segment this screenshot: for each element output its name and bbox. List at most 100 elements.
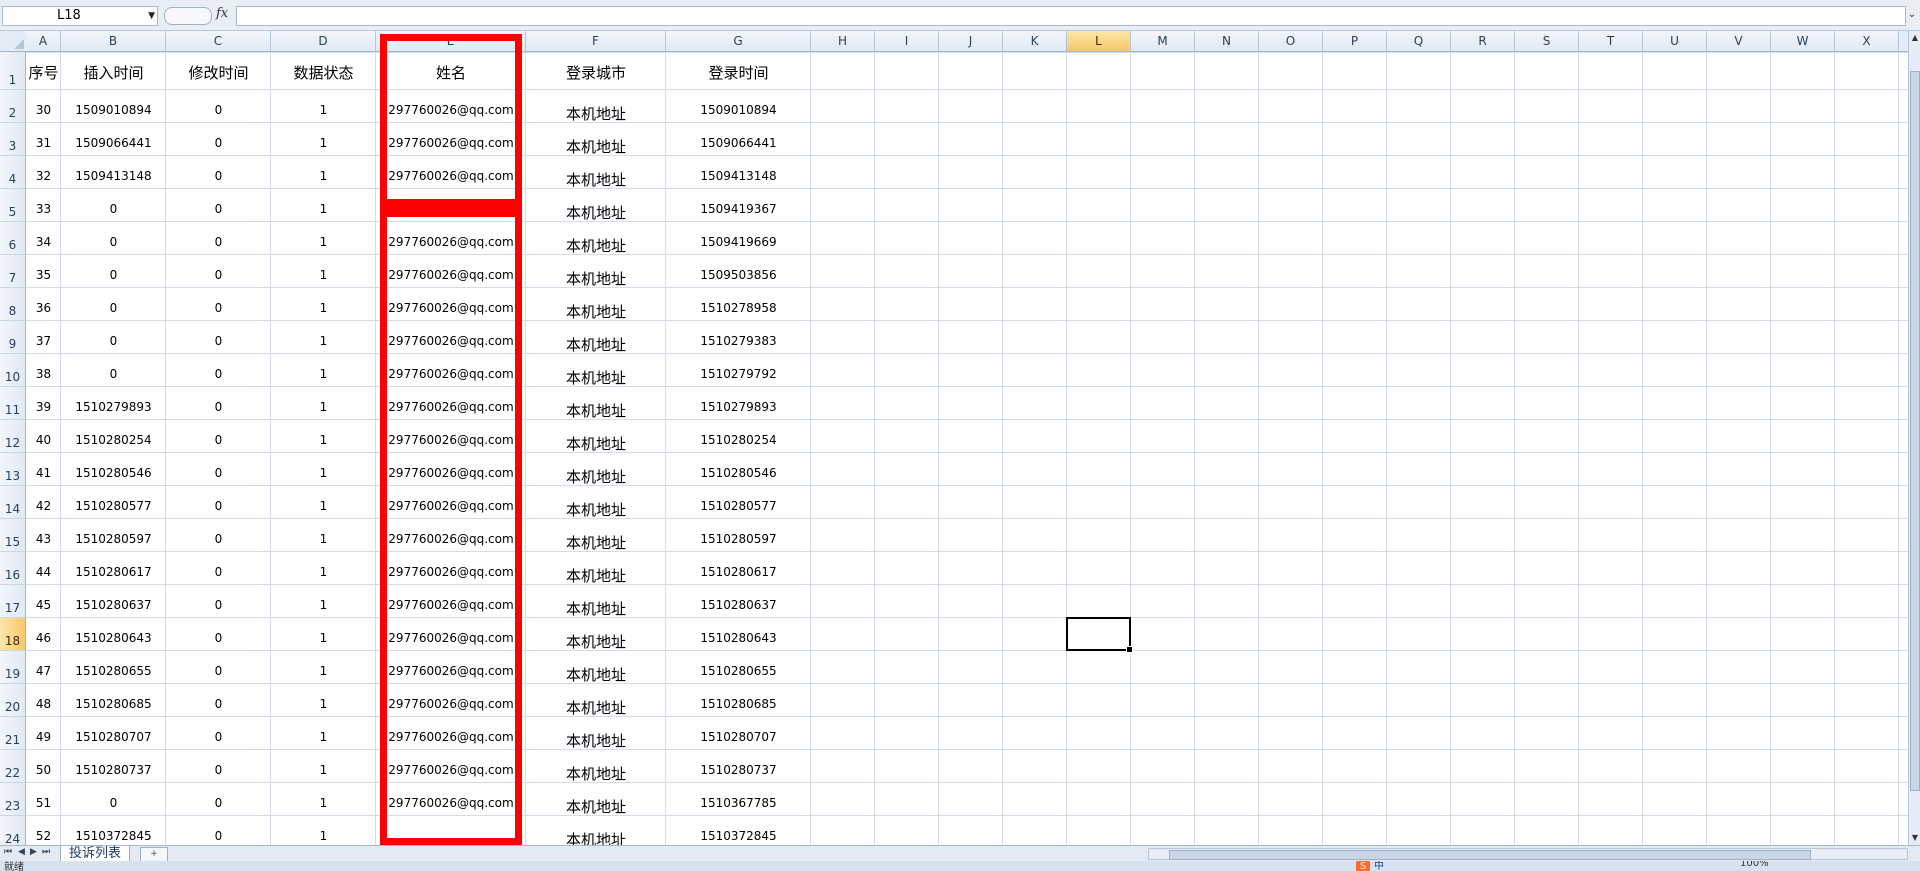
modify-time-cell[interactable]: 0 — [166, 796, 271, 810]
row-header-22[interactable]: 22 — [0, 750, 26, 783]
row-header-21[interactable]: 21 — [0, 717, 26, 750]
status-cell[interactable]: 1 — [271, 169, 376, 183]
insert-time-cell[interactable]: 0 — [61, 334, 166, 348]
insert-time-cell[interactable]: 1509413148 — [61, 169, 166, 183]
id-cell[interactable]: 47 — [26, 664, 61, 678]
id-cell[interactable]: 48 — [26, 697, 61, 711]
city-cell[interactable]: 本机地址 — [526, 697, 666, 718]
id-cell[interactable]: 39 — [26, 400, 61, 414]
modify-time-cell[interactable]: 0 — [166, 367, 271, 381]
column-header-b[interactable]: B — [61, 31, 166, 51]
status-cell[interactable]: 1 — [271, 334, 376, 348]
insert-sheet-icon[interactable]: + — [140, 847, 168, 862]
modify-time-cell[interactable]: 0 — [166, 433, 271, 447]
insert-time-cell[interactable]: 1510280637 — [61, 598, 166, 612]
header-cell[interactable]: 修改时间 — [166, 62, 271, 83]
city-cell[interactable]: 本机地址 — [526, 499, 666, 520]
first-sheet-icon[interactable]: ⏮ — [4, 847, 12, 857]
city-cell[interactable]: 本机地址 — [526, 136, 666, 157]
id-cell[interactable]: 35 — [26, 268, 61, 282]
modify-time-cell[interactable]: 0 — [166, 334, 271, 348]
login-time-cell[interactable]: 1510367785 — [666, 796, 811, 810]
column-header-h[interactable]: H — [811, 31, 875, 51]
city-cell[interactable]: 本机地址 — [526, 730, 666, 751]
modify-time-cell[interactable]: 0 — [166, 763, 271, 777]
insert-time-cell[interactable]: 1510280643 — [61, 631, 166, 645]
row-header-14[interactable]: 14 — [0, 486, 26, 519]
city-cell[interactable]: 本机地址 — [526, 664, 666, 685]
modify-time-cell[interactable]: 0 — [166, 697, 271, 711]
insert-time-cell[interactable]: 1510280546 — [61, 466, 166, 480]
chevron-down-icon[interactable]: ▼ — [148, 7, 155, 25]
insert-time-cell[interactable]: 1509066441 — [61, 136, 166, 150]
status-cell[interactable]: 1 — [271, 400, 376, 414]
login-time-cell[interactable]: 1510280637 — [666, 598, 811, 612]
modify-time-cell[interactable]: 0 — [166, 631, 271, 645]
modify-time-cell[interactable]: 0 — [166, 730, 271, 744]
formula-cancel-enter-icon[interactable] — [164, 7, 212, 25]
column-header-u[interactable]: U — [1643, 31, 1707, 51]
status-cell[interactable]: 1 — [271, 598, 376, 612]
city-cell[interactable]: 本机地址 — [526, 103, 666, 124]
column-header-t[interactable]: T — [1579, 31, 1643, 51]
last-sheet-icon[interactable]: ⏭ — [42, 847, 50, 857]
horizontal-scroll-thumb[interactable] — [1169, 850, 1811, 860]
fill-handle[interactable] — [1126, 646, 1133, 653]
city-cell[interactable]: 本机地址 — [526, 301, 666, 322]
ime-mode[interactable]: 中 — [1374, 861, 1384, 871]
login-time-cell[interactable]: 1510280737 — [666, 763, 811, 777]
row-header-2[interactable]: 2 — [0, 90, 26, 123]
header-cell[interactable]: 数据状态 — [271, 62, 376, 83]
scroll-down-icon[interactable]: ▼ — [1909, 831, 1920, 845]
city-cell[interactable]: 本机地址 — [526, 367, 666, 388]
column-header-d[interactable]: D — [271, 31, 376, 51]
row-header-8[interactable]: 8 — [0, 288, 26, 321]
modify-time-cell[interactable]: 0 — [166, 829, 271, 843]
insert-time-cell[interactable]: 0 — [61, 235, 166, 249]
login-time-cell[interactable]: 1510280655 — [666, 664, 811, 678]
column-header-n[interactable]: N — [1195, 31, 1259, 51]
modify-time-cell[interactable]: 0 — [166, 565, 271, 579]
column-header-m[interactable]: M — [1131, 31, 1195, 51]
row-header-24[interactable]: 24 — [0, 816, 26, 845]
city-cell[interactable]: 本机地址 — [526, 631, 666, 652]
login-time-cell[interactable]: 1510280597 — [666, 532, 811, 546]
column-header-q[interactable]: Q — [1387, 31, 1451, 51]
modify-time-cell[interactable]: 0 — [166, 301, 271, 315]
status-cell[interactable]: 1 — [271, 268, 376, 282]
modify-time-cell[interactable]: 0 — [166, 400, 271, 414]
status-cell[interactable]: 1 — [271, 367, 376, 381]
status-cell[interactable]: 1 — [271, 235, 376, 249]
status-cell[interactable]: 1 — [271, 631, 376, 645]
status-cell[interactable]: 1 — [271, 103, 376, 117]
modify-time-cell[interactable]: 0 — [166, 268, 271, 282]
id-cell[interactable]: 45 — [26, 598, 61, 612]
status-cell[interactable]: 1 — [271, 796, 376, 810]
login-time-cell[interactable]: 1510278958 — [666, 301, 811, 315]
id-cell[interactable]: 40 — [26, 433, 61, 447]
row-header-15[interactable]: 15 — [0, 519, 26, 552]
column-header-s[interactable]: S — [1515, 31, 1579, 51]
header-cell[interactable]: 登录城市 — [526, 62, 666, 83]
insert-time-cell[interactable]: 1509010894 — [61, 103, 166, 117]
insert-time-cell[interactable]: 1510280707 — [61, 730, 166, 744]
status-cell[interactable]: 1 — [271, 763, 376, 777]
city-cell[interactable]: 本机地址 — [526, 268, 666, 289]
login-time-cell[interactable]: 1510280685 — [666, 697, 811, 711]
login-time-cell[interactable]: 1510279792 — [666, 367, 811, 381]
insert-time-cell[interactable]: 0 — [61, 268, 166, 282]
status-cell[interactable]: 1 — [271, 301, 376, 315]
id-cell[interactable]: 44 — [26, 565, 61, 579]
login-time-cell[interactable]: 1509419669 — [666, 235, 811, 249]
modify-time-cell[interactable]: 0 — [166, 664, 271, 678]
id-cell[interactable]: 32 — [26, 169, 61, 183]
login-time-cell[interactable]: 1510280707 — [666, 730, 811, 744]
id-cell[interactable]: 41 — [26, 466, 61, 480]
insert-time-cell[interactable]: 1510280737 — [61, 763, 166, 777]
modify-time-cell[interactable]: 0 — [166, 169, 271, 183]
modify-time-cell[interactable]: 0 — [166, 136, 271, 150]
id-cell[interactable]: 31 — [26, 136, 61, 150]
column-header-w[interactable]: W — [1771, 31, 1835, 51]
login-time-cell[interactable]: 1510372845 — [666, 829, 811, 843]
insert-time-cell[interactable]: 0 — [61, 796, 166, 810]
